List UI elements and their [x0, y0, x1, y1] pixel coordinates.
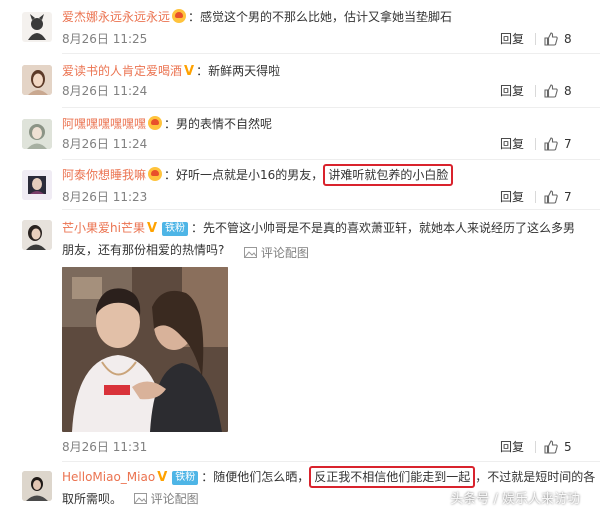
comment-item: 阿嘿嘿嘿嘿嘿嘿 ：男的表情不自然呢 8月26日 11:24 回复 7	[0, 108, 600, 160]
like-count: 7	[564, 137, 572, 151]
avatar[interactable]	[22, 220, 52, 250]
comment-text: 先不管这小帅哥是不是真的喜欢萧亚轩，就她本人来说经历了这么多男	[203, 221, 576, 235]
comment-image-link[interactable]: 评论配图	[133, 492, 199, 506]
comment-text-continued: 朋友，还有那份相爱的热情吗?	[62, 243, 225, 257]
comment-text-after: ，不过就是短时间的各	[475, 470, 596, 484]
highlighted-text: 讲难听就包养的小白脸	[323, 164, 454, 186]
thumbs-up-icon	[544, 190, 558, 204]
reply-button[interactable]: 回复	[500, 438, 524, 456]
comment-item: 阿泰你想睡我嘛 ：好听一点就是小16的男友， 讲难听就包养的小白脸 8月26日 11…	[0, 160, 600, 210]
verified-v-icon: V	[184, 64, 195, 79]
thumbs-up-icon	[544, 440, 558, 454]
avatar[interactable]	[22, 471, 52, 501]
comment-photo[interactable]	[62, 267, 228, 432]
comment-image-link[interactable]: 评论配图	[244, 244, 309, 261]
comment-time: 8月26日 11:23	[62, 190, 148, 204]
comment-text: 好听一点就是小16的男友，	[176, 168, 324, 182]
fan-badge: 铁粉	[162, 222, 189, 236]
comment-text: 男的表情不自然呢	[176, 117, 273, 131]
watermark: 头条号 / 娱乐人来访功	[450, 492, 580, 507]
avatar[interactable]	[22, 12, 52, 42]
comment-item: 芒小果爱hi芒果 V 铁粉 ：先不管这小帅哥是不是真的喜欢萧亚轩，就她本人来说经历了这…	[0, 210, 600, 462]
comment-text: 新鲜两天得啦	[208, 64, 281, 78]
username-link[interactable]: 芒小果爱hi芒果	[62, 221, 145, 235]
highlighted-text: 反正我不相信他们能走到一起	[309, 466, 476, 488]
username-link[interactable]: 阿泰你想睡我嘛	[62, 168, 146, 182]
reply-button[interactable]: 回复	[500, 135, 524, 153]
member-crown-icon	[148, 116, 163, 130]
avatar[interactable]	[22, 170, 52, 200]
like-count: 8	[564, 32, 572, 46]
like-count: 7	[564, 190, 572, 204]
comment-item: 爱杰娜永远永远永远 ：感觉这个男的不那么比她，估计又拿她当垫脚石 8月26日 11…	[0, 0, 600, 54]
avatar[interactable]	[22, 65, 52, 95]
verified-v-icon: V	[157, 470, 168, 485]
like-count: 8	[564, 84, 572, 98]
member-crown-icon	[148, 167, 163, 181]
thumbs-up-icon	[544, 32, 558, 46]
username-link[interactable]: 爱读书的人肯定爱喝酒	[62, 64, 182, 78]
comment-time: 8月26日 11:24	[62, 84, 148, 98]
avatar[interactable]	[22, 119, 52, 149]
fan-badge: 铁粉	[172, 471, 199, 485]
like-count: 5	[564, 440, 572, 454]
image-icon	[133, 493, 147, 504]
image-icon	[244, 247, 257, 258]
comment-text-continued: 取所需呗。	[62, 492, 123, 506]
reply-button[interactable]: 回复	[500, 30, 524, 48]
comment-time: 8月26日 11:25	[62, 32, 148, 46]
username-link[interactable]: HelloMiao_Miao	[62, 470, 155, 484]
thumbs-up-icon	[544, 84, 558, 98]
comment-time: 8月26日 11:31	[62, 440, 148, 454]
comment-item: 爱读书的人肯定爱喝酒 V ：新鲜两天得啦 8月26日 11:24 回复 8	[0, 54, 600, 108]
comment-time: 8月26日 11:24	[62, 137, 148, 151]
username-link[interactable]: 阿嘿嘿嘿嘿嘿嘿	[62, 117, 146, 131]
reply-button[interactable]: 回复	[500, 188, 524, 206]
username-link[interactable]: 爱杰娜永远永远永远	[62, 10, 170, 24]
reply-button[interactable]: 回复	[500, 82, 524, 100]
member-crown-icon	[172, 9, 187, 23]
verified-v-icon: V	[146, 221, 158, 236]
comment-text: 随便他们怎么晒，	[213, 470, 310, 484]
thumbs-up-icon	[544, 137, 558, 151]
comment-text: 感觉这个男的不那么比她，估计又拿她当垫脚石	[200, 10, 453, 24]
